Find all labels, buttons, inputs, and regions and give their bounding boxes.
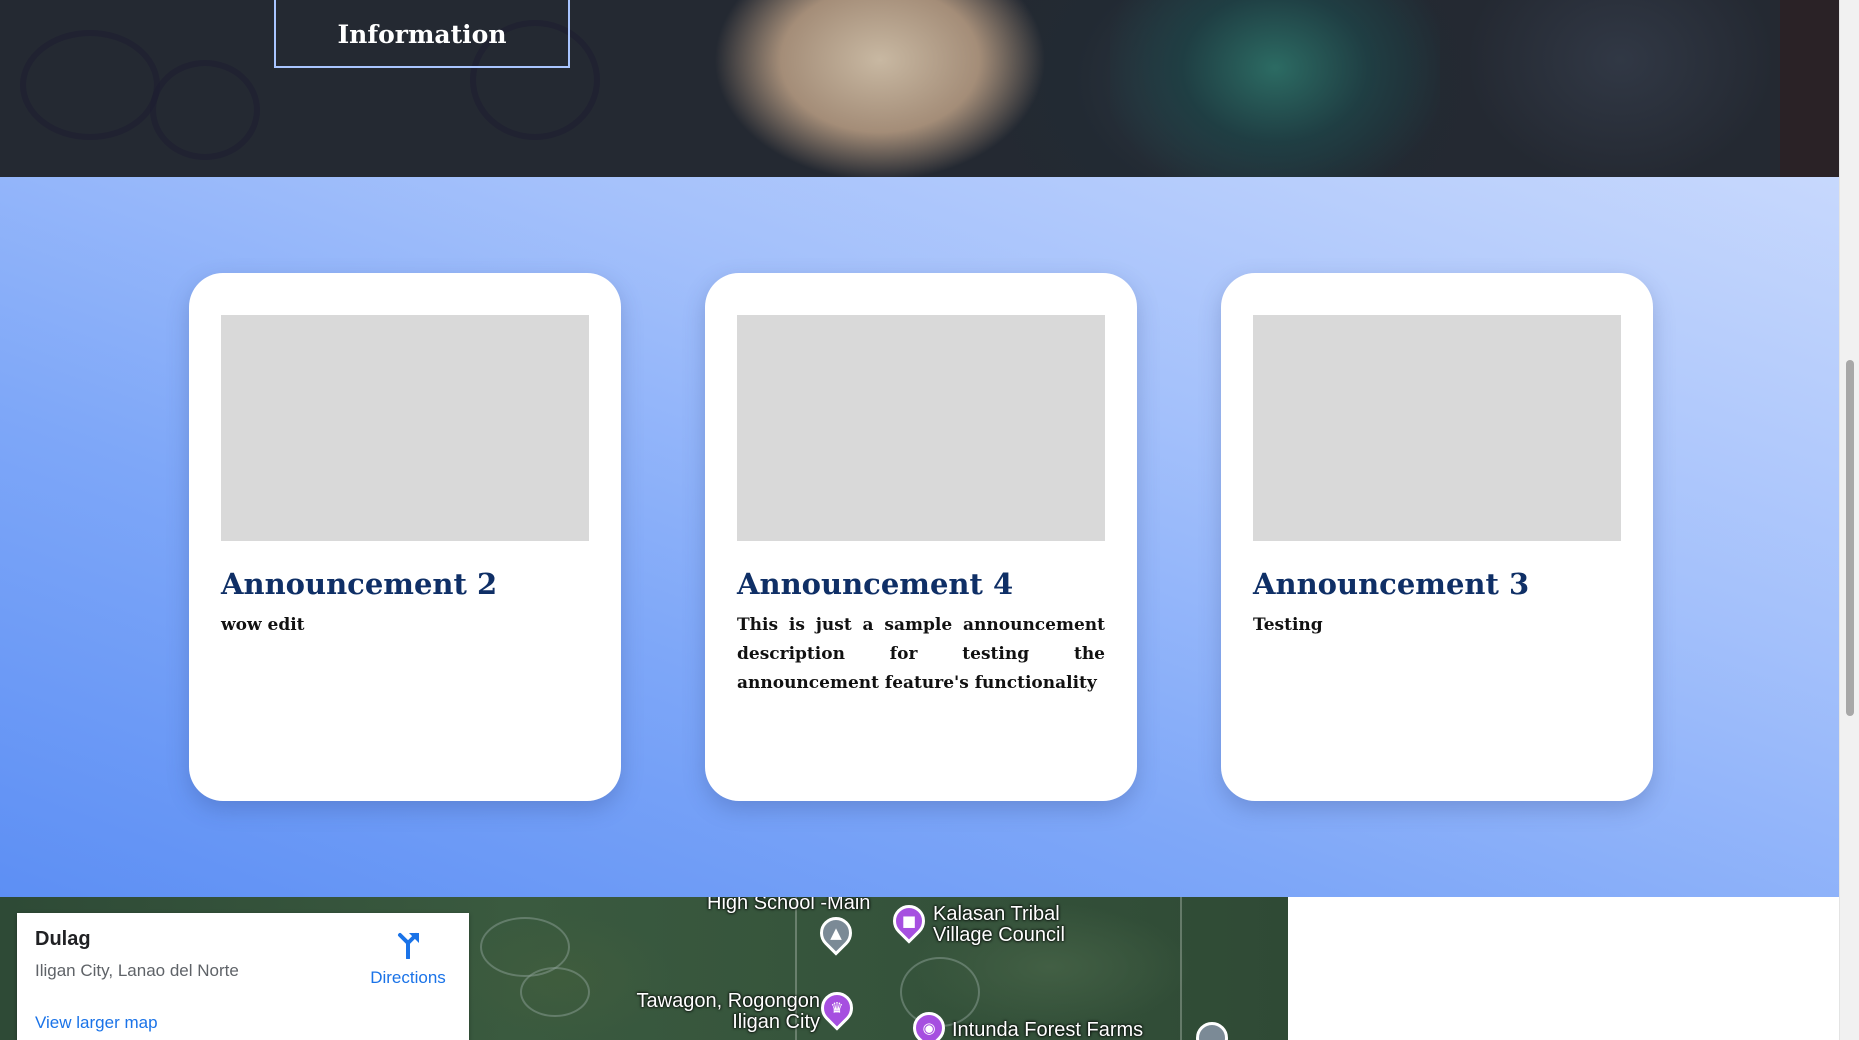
announcement-image-placeholder xyxy=(1253,315,1621,541)
map-place-name: Dulag xyxy=(35,928,91,950)
information-button[interactable]: Information xyxy=(274,0,570,68)
landmark-icon[interactable]: ♛ xyxy=(814,985,860,1031)
announcement-title: Announcement 3 xyxy=(1253,567,1530,601)
scrollbar-thumb[interactable] xyxy=(1846,360,1854,716)
school-icon[interactable]: ▲ xyxy=(813,910,859,956)
announcements-section: Announcement 2 wow edit Announcement 4 T… xyxy=(0,177,1839,897)
announcement-card[interactable]: Announcement 4 This is just a sample ann… xyxy=(705,273,1137,801)
map-place-address: Iligan City, Lanao del Norte xyxy=(35,961,239,980)
hero-figure xyxy=(1110,0,1440,177)
announcement-title: Announcement 4 xyxy=(737,567,1014,601)
announcement-image-placeholder xyxy=(737,315,1105,541)
hero-banner: Information xyxy=(0,0,1839,177)
map-road xyxy=(1180,897,1182,1040)
hero-edge xyxy=(1780,0,1839,177)
map-poi-label[interactable]: Kalasan Tribal Village Council xyxy=(933,904,1123,946)
announcement-image-placeholder xyxy=(221,315,589,541)
announcement-title: Announcement 2 xyxy=(221,567,498,601)
building-icon[interactable]: ■ xyxy=(886,898,932,944)
announcement-card[interactable]: Announcement 3 Testing xyxy=(1221,273,1653,801)
directions-button[interactable]: Directions xyxy=(354,929,462,988)
page-scrollbar[interactable] xyxy=(1839,0,1859,1040)
map-pin-icon[interactable] xyxy=(1189,1015,1235,1040)
announcement-description: This is just a sample announcement descr… xyxy=(737,615,1105,693)
view-larger-map-link[interactable]: View larger map xyxy=(35,1013,158,1033)
directions-icon xyxy=(398,933,419,960)
map-river xyxy=(520,967,590,1017)
hero-scribble xyxy=(20,30,160,140)
directions-label: Directions xyxy=(370,968,446,987)
map-info-card: Dulag Iligan City, Lanao del Norte View … xyxy=(17,913,469,1040)
announcement-description: Testing xyxy=(1253,615,1323,635)
map-poi-label[interactable]: Intunda Forest Farms xyxy=(952,1020,1172,1040)
announcement-card[interactable]: Announcement 2 wow edit xyxy=(189,273,621,801)
map-poi-label[interactable]: Tawagon, Rogongon Iligan City xyxy=(624,991,820,1033)
map-poi-label[interactable]: High School -Main xyxy=(707,897,870,914)
hero-scribble xyxy=(150,60,260,160)
announcement-description: wow edit xyxy=(221,615,305,635)
map-blank-area xyxy=(1288,897,1839,1040)
